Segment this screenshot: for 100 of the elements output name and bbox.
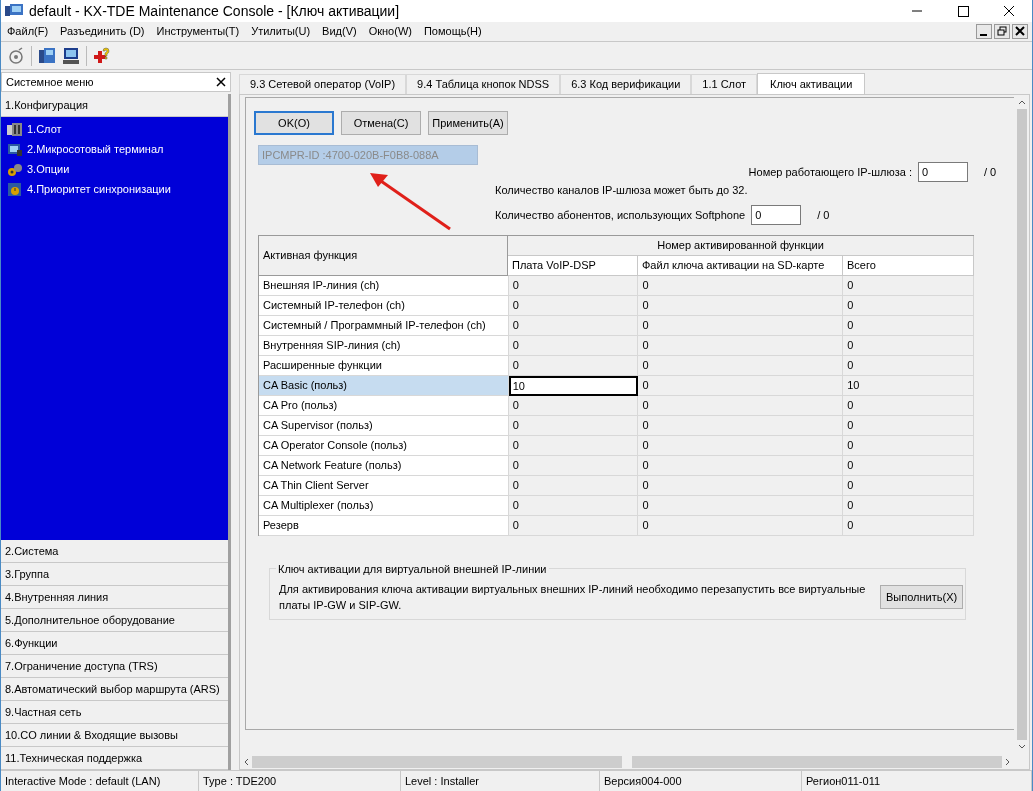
gateway-label: Номер работающего IP-шлюза : bbox=[748, 164, 912, 180]
table-cell[interactable]: 0 bbox=[638, 496, 844, 516]
tree-node-icon bbox=[7, 161, 23, 177]
tree-item[interactable]: 1.Слот bbox=[27, 120, 62, 138]
tree-item[interactable]: 3.Опции bbox=[27, 160, 70, 178]
table-cell[interactable]: 0 bbox=[843, 336, 974, 356]
table-cell[interactable]: 0 bbox=[843, 356, 974, 376]
row-header: Резерв bbox=[259, 516, 509, 536]
table-cell[interactable]: 0 bbox=[508, 456, 639, 476]
status-field: Type : TDE200 bbox=[199, 770, 401, 791]
table-cell[interactable]: 0 bbox=[843, 276, 974, 296]
table-cell[interactable]: 0 bbox=[843, 436, 974, 456]
dialog-button[interactable]: Отмена(C) bbox=[341, 111, 421, 135]
table-cell[interactable]: 0 bbox=[508, 336, 639, 356]
row-header: CA Thin Client Server bbox=[259, 476, 509, 496]
row-header: CA Basic (польз) bbox=[259, 376, 509, 396]
close-icon[interactable] bbox=[216, 77, 226, 87]
menu-item[interactable]: Окно(W) bbox=[362, 23, 418, 40]
gateway-field[interactable]: 0 bbox=[918, 162, 968, 182]
dialog-button[interactable]: OK(O) bbox=[254, 111, 334, 135]
softphone-field[interactable]: 0 bbox=[751, 205, 802, 225]
table-cell[interactable]: 0 bbox=[508, 396, 639, 416]
table-cell[interactable]: 10 bbox=[508, 376, 639, 396]
tree-node-icon bbox=[7, 181, 23, 197]
scroll-thumb[interactable] bbox=[622, 755, 632, 768]
table-cell[interactable]: 0 bbox=[508, 496, 639, 516]
run-button[interactable]: Выполнить(X) bbox=[880, 585, 964, 609]
tree-item[interactable]: 2.Микросотовый терминал bbox=[27, 140, 164, 158]
tab[interactable]: 6.3 Код верификации bbox=[560, 74, 692, 94]
table-cell[interactable]: 0 bbox=[508, 356, 639, 376]
softphone-total: / 0 bbox=[817, 207, 831, 223]
status-field: Interactive Mode : default (LAN) bbox=[1, 770, 199, 791]
row-header: CA Supervisor (польз) bbox=[259, 416, 509, 436]
table-cell[interactable]: 0 bbox=[638, 416, 844, 436]
table-cell[interactable]: 0 bbox=[638, 436, 844, 456]
table-cell[interactable]: 0 bbox=[508, 296, 639, 316]
table-cell[interactable]: 0 bbox=[508, 416, 639, 436]
status-field: Level : Installer bbox=[401, 770, 600, 791]
table-cell[interactable]: 0 bbox=[638, 396, 844, 416]
column-group-header: Номер активированной функции bbox=[508, 236, 974, 256]
tab[interactable]: 9.3 Сетевой оператор (VoIP) bbox=[239, 74, 407, 94]
dialog-button[interactable]: Применить(A) bbox=[428, 111, 508, 135]
row-header: CA Pro (польз) bbox=[259, 396, 509, 416]
table-cell[interactable]: 0 bbox=[843, 496, 974, 516]
table-cell[interactable]: 0 bbox=[638, 516, 844, 536]
column-header: Всего bbox=[843, 256, 974, 276]
menu-item[interactable]: Вид(V) bbox=[316, 23, 363, 40]
menu-item[interactable]: Помощь(H) bbox=[417, 23, 488, 40]
tab[interactable]: 9.4 Таблица кнопок NDSS bbox=[406, 74, 561, 94]
row-header: Внутренняя SIP-линия (ch) bbox=[259, 336, 509, 356]
scroll-thumb[interactable] bbox=[1016, 109, 1027, 740]
menu-item[interactable]: Файл(F) bbox=[1, 23, 55, 40]
table-cell[interactable]: 0 bbox=[843, 516, 974, 536]
computer-icon[interactable] bbox=[62, 46, 80, 65]
table-cell[interactable]: 0 bbox=[638, 316, 844, 336]
table-cell[interactable]: 10 bbox=[843, 376, 974, 396]
help-icon[interactable] bbox=[93, 46, 111, 65]
restore-icon[interactable] bbox=[994, 24, 1010, 39]
row-header: CA Multiplexer (польз) bbox=[259, 496, 509, 516]
table-cell[interactable]: 0 bbox=[508, 476, 639, 496]
table-cell[interactable]: 0 bbox=[843, 456, 974, 476]
table-cell[interactable]: 0 bbox=[843, 476, 974, 496]
table-cell[interactable]: 0 bbox=[638, 276, 844, 296]
table-cell[interactable]: 0 bbox=[843, 396, 974, 416]
table-cell[interactable]: 0 bbox=[843, 296, 974, 316]
tree-item[interactable]: 4.Приоритет синхронизации bbox=[27, 180, 171, 198]
column-header: Файл ключа активации на SD-карте bbox=[638, 256, 843, 276]
device-icon[interactable] bbox=[38, 46, 56, 65]
table-cell[interactable]: 0 bbox=[638, 456, 844, 476]
table-cell[interactable]: 0 bbox=[508, 276, 639, 296]
id-field: IPCMPR-ID :4700-020B-F0B8-088A bbox=[258, 145, 478, 165]
table-cell[interactable]: 0 bbox=[638, 376, 844, 396]
table-cell[interactable]: 0 bbox=[638, 336, 844, 356]
close-icon[interactable] bbox=[1012, 24, 1028, 39]
table-cell[interactable]: 0 bbox=[843, 416, 974, 436]
group-box-text: Для активирования ключа активации виртуальных внешних IP-линий необходимо перезапустить все виртуальные платы IP-GW и SIP-GW. bbox=[279, 582, 867, 613]
table-cell[interactable]: 0 bbox=[843, 316, 974, 336]
tab[interactable]: 1.1 Слот bbox=[691, 74, 758, 94]
table-cell[interactable]: 0 bbox=[638, 476, 844, 496]
table-cell[interactable]: 0 bbox=[638, 356, 844, 376]
table-cell[interactable]: 0 bbox=[638, 296, 844, 316]
tab[interactable]: Ключ активации bbox=[757, 73, 866, 95]
row-header: Внешняя IP-линия (ch) bbox=[259, 276, 509, 296]
column-header: Активная функция bbox=[259, 236, 508, 276]
table-cell[interactable]: 0 bbox=[508, 436, 639, 456]
table-cell[interactable]: 0 bbox=[508, 516, 639, 536]
gateway-total: / 0 bbox=[984, 164, 998, 180]
sidebar-title: Системное меню bbox=[6, 74, 94, 90]
app-icon bbox=[5, 4, 23, 18]
table-cell[interactable]: 0 bbox=[508, 316, 639, 336]
menu-item[interactable]: Утилиты(U) bbox=[245, 23, 317, 40]
minimize-icon[interactable] bbox=[976, 24, 992, 39]
row-header: CA Network Feature (польз) bbox=[259, 456, 509, 476]
menu-item[interactable]: Разъединить (D) bbox=[54, 23, 151, 40]
window-title: default - KX-TDE Maintenance Console - [Ключ активации] bbox=[29, 1, 400, 21]
row-header: Системный IP-телефон (ch) bbox=[259, 296, 509, 316]
row-header: Расширенные функции bbox=[259, 356, 509, 376]
row-header: CA Operator Console (польз) bbox=[259, 436, 509, 456]
softphone-label: Количество абонентов, использующих Softphone bbox=[495, 207, 746, 223]
menu-item[interactable]: Инструменты(T) bbox=[150, 23, 246, 40]
